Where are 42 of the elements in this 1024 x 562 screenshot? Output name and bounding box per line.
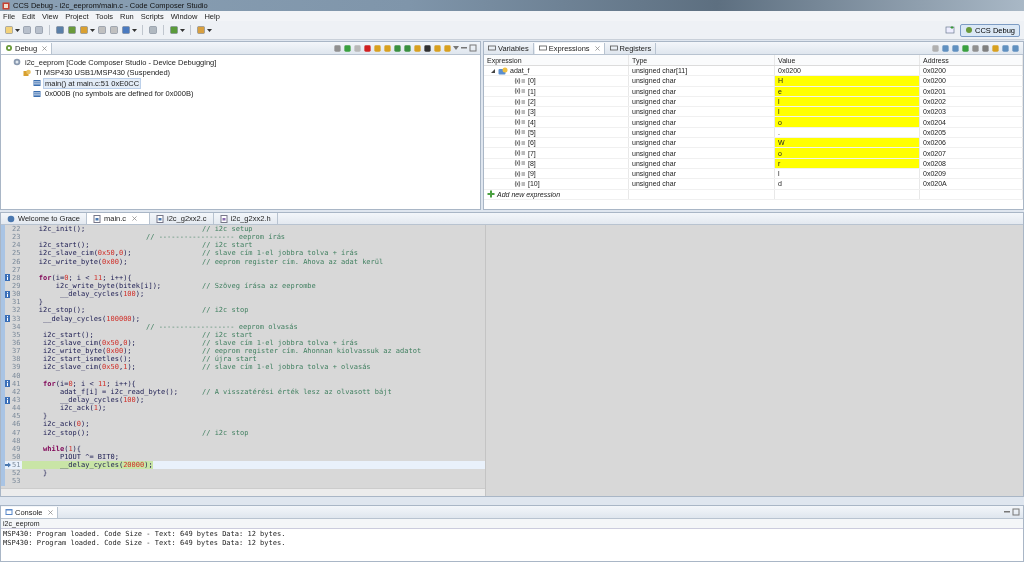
- maximize-icon[interactable]: [469, 44, 477, 52]
- maximize-icon[interactable]: [1012, 508, 1020, 516]
- console-icon: [5, 508, 13, 516]
- tree-toggle-icon[interactable]: [490, 67, 496, 74]
- variable-icon: [514, 128, 526, 137]
- variable-icon: [514, 107, 526, 116]
- close-icon[interactable]: [594, 45, 600, 51]
- caret-icon[interactable]: [207, 28, 212, 32]
- minimize-icon[interactable]: [1003, 508, 1011, 516]
- variable-icon: [514, 138, 526, 147]
- variable-icon: [498, 66, 508, 75]
- variable-icon: [514, 97, 526, 106]
- view-icon: [609, 44, 618, 52]
- info-marker-icon[interactable]: [5, 274, 10, 282]
- close-icon[interactable]: [42, 45, 48, 51]
- variable-icon: [514, 159, 526, 168]
- app-icon: [2, 1, 10, 10]
- view-menu-icon[interactable]: [453, 46, 459, 50]
- info-marker-icon[interactable]: [5, 315, 10, 323]
- variable-icon: [514, 149, 526, 157]
- caret-icon[interactable]: [132, 28, 137, 32]
- horizontal-scrollbar[interactable]: [1, 488, 485, 496]
- variable-icon: [514, 118, 526, 127]
- variable-icon: [514, 179, 526, 188]
- info-marker-icon[interactable]: [5, 290, 10, 298]
- file-icon: [92, 214, 101, 223]
- caret-icon[interactable]: [180, 28, 185, 32]
- close-icon[interactable]: [47, 509, 53, 515]
- view-icon: [488, 44, 496, 52]
- info-marker-icon[interactable]: [5, 380, 10, 388]
- caret-icon[interactable]: [15, 28, 20, 32]
- add-icon: [487, 190, 495, 199]
- close-icon[interactable]: [132, 216, 138, 221]
- file-icon: [155, 214, 164, 223]
- variable-icon: [514, 76, 526, 85]
- file-icon: [219, 214, 228, 223]
- open-perspective-icon[interactable]: [944, 25, 955, 35]
- variable-icon: [514, 87, 526, 96]
- caret-icon[interactable]: [90, 28, 95, 32]
- variable-icon: [514, 169, 526, 178]
- info-marker-icon[interactable]: [5, 396, 10, 404]
- view-icon: [538, 44, 547, 52]
